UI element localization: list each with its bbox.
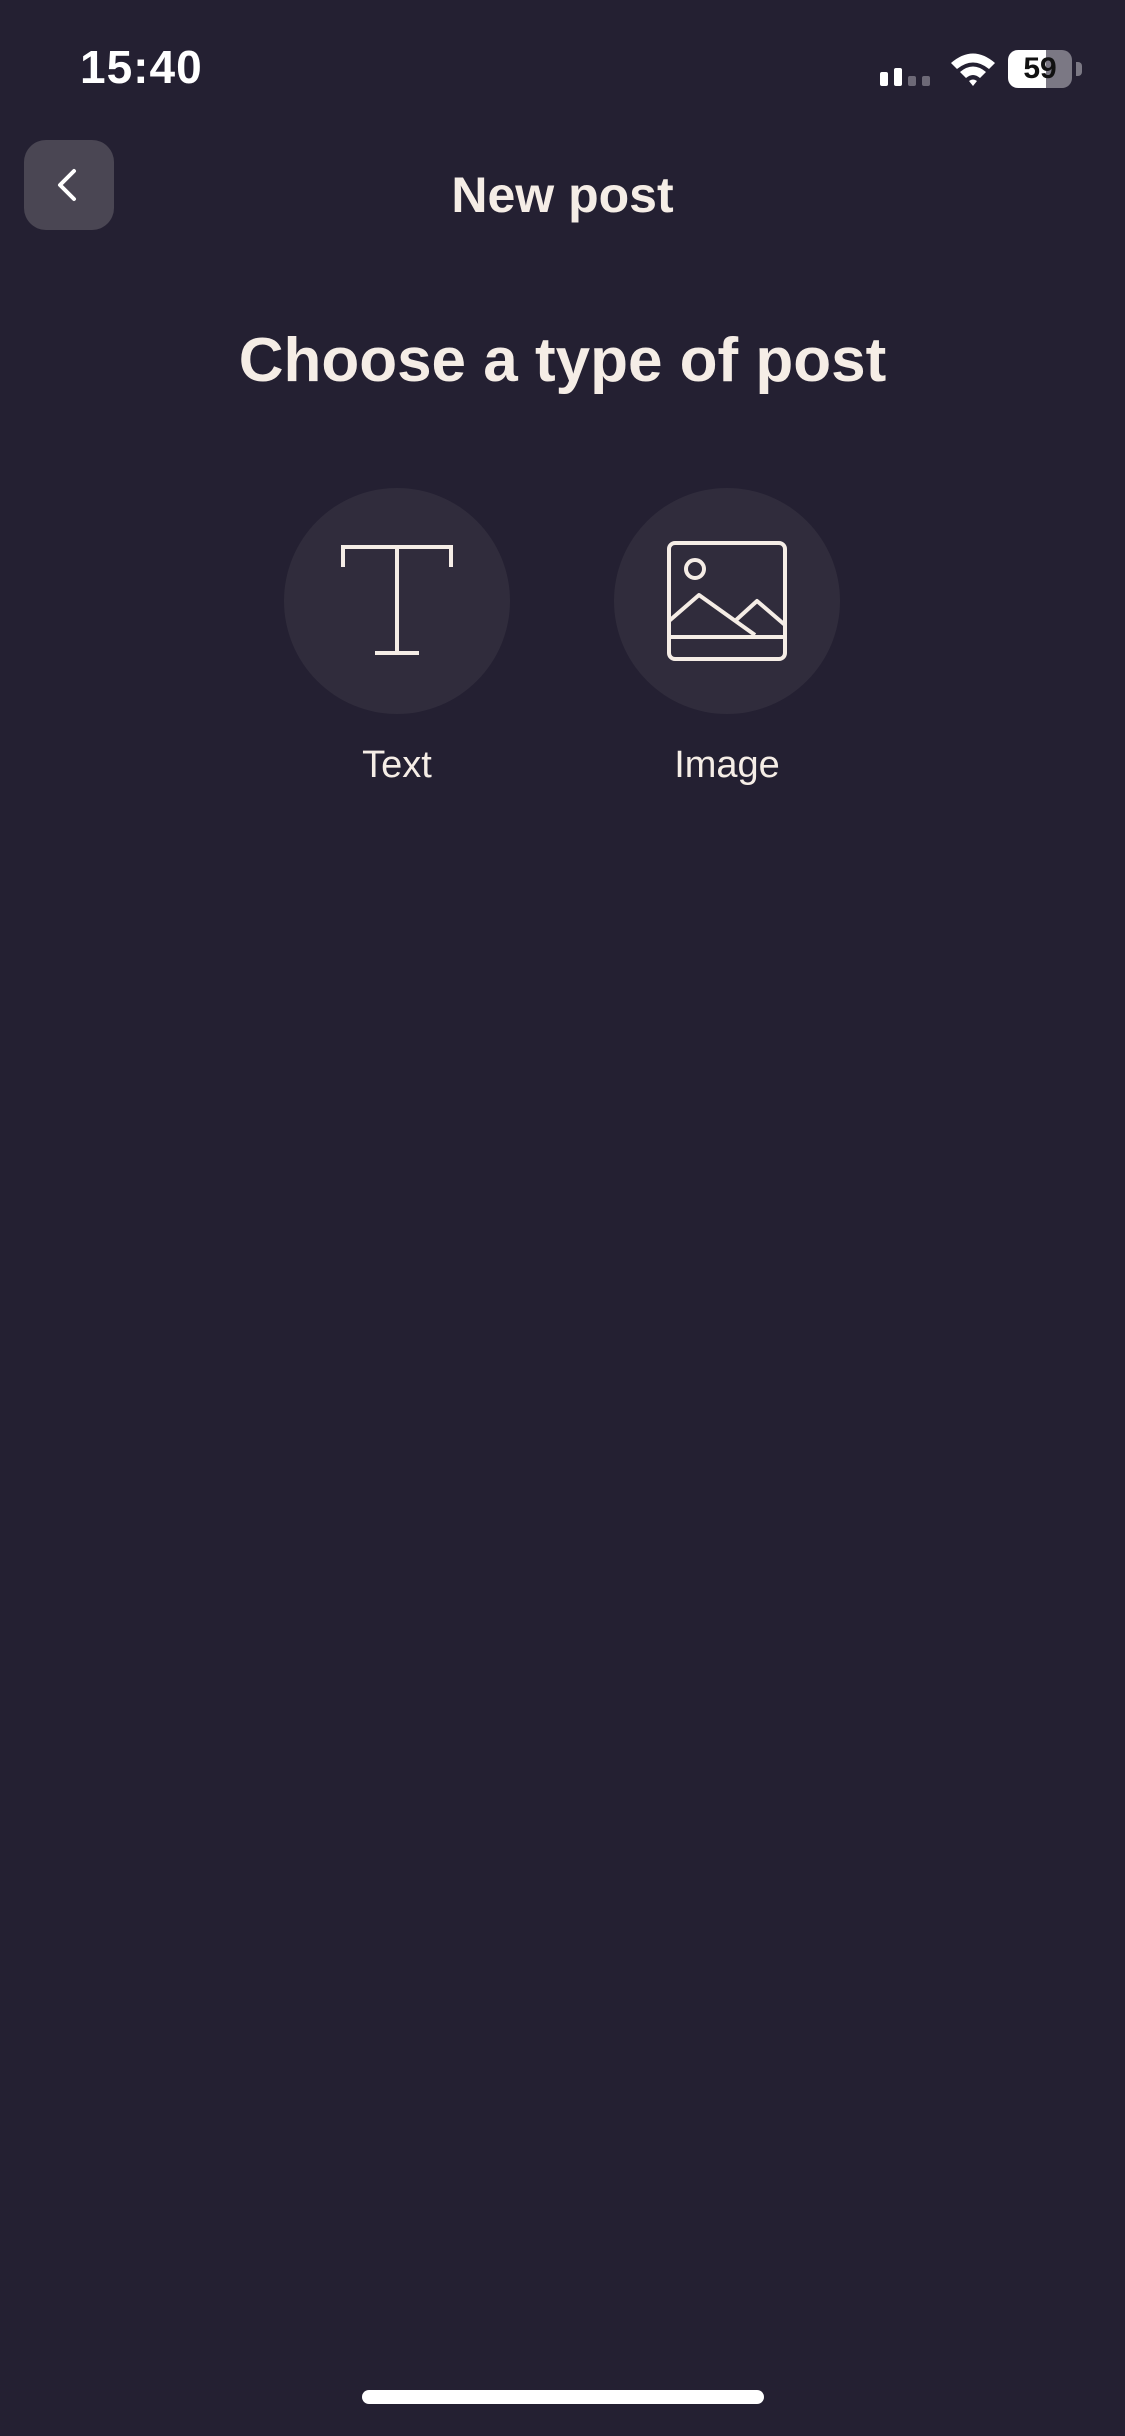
text-type-icon xyxy=(341,545,453,655)
battery-icon: 59 xyxy=(1008,50,1082,88)
home-indicator[interactable] xyxy=(362,2390,764,2404)
page-title: New post xyxy=(451,167,674,223)
battery-level: 59 xyxy=(1008,50,1072,88)
text-option-circle[interactable] xyxy=(284,488,510,714)
section-heading: Choose a type of post xyxy=(238,326,887,395)
wifi-icon xyxy=(951,53,995,86)
image-post-option[interactable]: Image xyxy=(577,488,877,787)
image-icon xyxy=(667,541,787,661)
signal-icon xyxy=(880,68,930,86)
status-time: 15:40 xyxy=(80,41,203,93)
battery-tip xyxy=(1076,62,1082,76)
post-type-options: Text Image xyxy=(0,488,1125,808)
text-option-label: Text xyxy=(362,744,432,786)
text-post-option[interactable]: Text xyxy=(247,488,547,787)
image-option-label: Image xyxy=(674,744,780,786)
image-option-circle[interactable] xyxy=(614,488,840,714)
status-bar: 15:40 59 xyxy=(0,0,1125,140)
